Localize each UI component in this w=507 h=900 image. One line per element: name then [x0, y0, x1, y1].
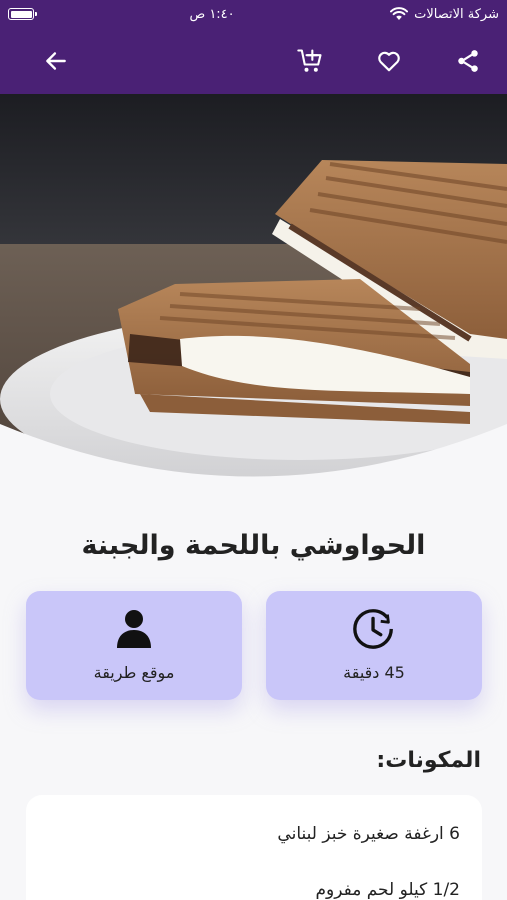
share-icon [458, 50, 478, 72]
prep-time-label: 45 دقيقة [343, 663, 405, 682]
list-item: 6 ارغفة صغيرة خبز لبناني [277, 824, 460, 844]
source-card: موقع طريقة [26, 591, 242, 700]
source-label: موقع طريقة [93, 663, 175, 682]
clock-icon [351, 605, 397, 651]
user-icon [111, 605, 157, 651]
prep-time-card: 45 دقيقة [266, 591, 482, 700]
ingredients-heading: المكونات: [376, 748, 481, 773]
add-to-cart-button[interactable] [288, 28, 332, 94]
wifi-icon [390, 7, 409, 20]
add-to-cart-icon [297, 49, 322, 72]
status-right: شركة الاتصالات [390, 7, 499, 22]
battery-icon [8, 8, 37, 20]
carrier-name: شركة الاتصالات [414, 6, 499, 22]
share-button[interactable] [446, 28, 490, 94]
list-item: 1/2 كيلو لحم مفروم [315, 880, 461, 900]
status-time: ١:٤٠ ص [189, 6, 235, 22]
back-button[interactable] [34, 28, 78, 94]
ingredients-list: 6 ارغفة صغيرة خبز لبناني 1/2 كيلو لحم مف… [26, 795, 482, 900]
status-bar: ١:٤٠ ص شركة الاتصالات [0, 0, 507, 28]
recipe-title: الحواوشي باللحمة والجبنة [81, 530, 426, 561]
app-bar [0, 28, 507, 94]
recipe-image [0, 94, 507, 494]
heart-icon [378, 51, 400, 72]
back-arrow-icon [46, 52, 66, 70]
favorite-button[interactable] [367, 28, 411, 94]
